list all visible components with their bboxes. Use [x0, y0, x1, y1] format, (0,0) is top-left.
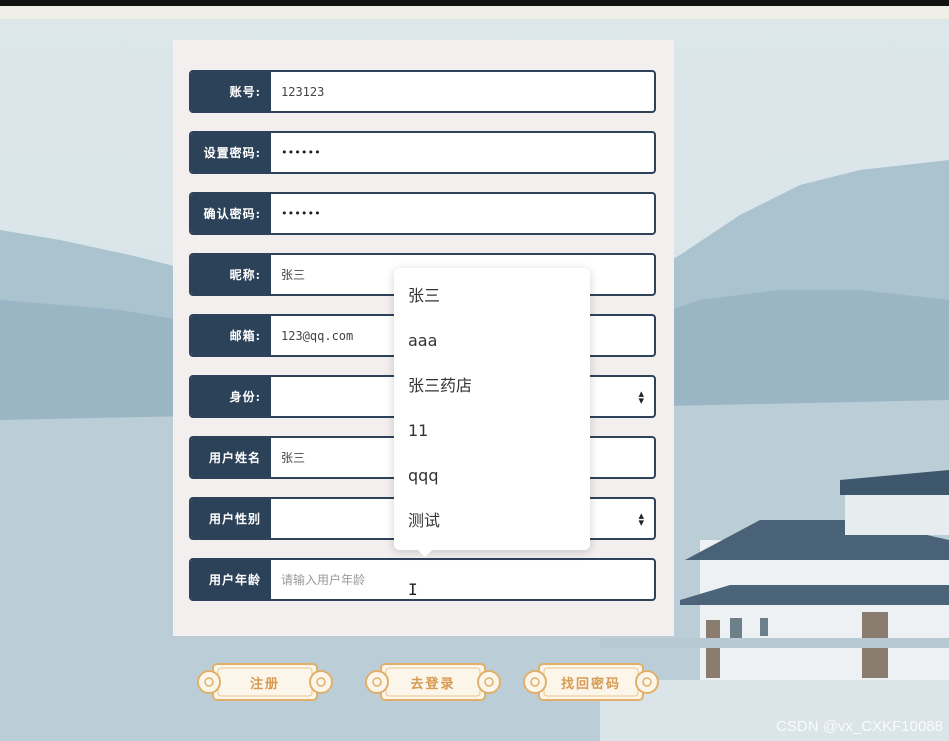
register-button-label: 注册 — [249, 676, 280, 692]
watermark: CSDN @vx_CXKF10088 — [776, 718, 943, 735]
account-label: 账号: — [191, 72, 271, 111]
autocomplete-option[interactable]: 11 — [408, 419, 428, 443]
recover-password-button-label: 找回密码 — [560, 676, 621, 692]
autocomplete-option[interactable]: 测试 — [408, 509, 440, 533]
user-name-input[interactable]: 张三 — [281, 438, 305, 477]
user-name-label: 用户姓名 — [191, 438, 271, 477]
confirm-password-field[interactable]: 确认密码: •••••• — [189, 192, 656, 235]
nickname-input[interactable]: 张三 — [281, 255, 305, 294]
select-caret-icon[interactable]: ▴ ▾ — [638, 510, 644, 528]
user-age-input[interactable]: 请输入用户年龄 — [281, 560, 365, 599]
user-age-label: 用户年龄 — [191, 560, 271, 599]
user-age-field[interactable]: 用户年龄 请输入用户年龄 — [189, 558, 656, 601]
go-login-button-label: 去登录 — [410, 676, 456, 692]
autocomplete-option[interactable]: 张三 — [408, 284, 440, 308]
autocomplete-option[interactable]: 张三药店 — [408, 374, 472, 398]
nickname-label: 昵称: — [191, 255, 271, 294]
email-input[interactable]: 123@qq.com — [281, 316, 353, 355]
header-strip — [0, 6, 949, 19]
email-label: 邮箱: — [191, 316, 271, 355]
user-gender-label: 用户性别 — [191, 499, 271, 538]
select-caret-icon[interactable]: ▴ ▾ — [638, 388, 644, 406]
confirm-password-label: 确认密码: — [191, 194, 271, 233]
autocomplete-option[interactable]: aaa — [408, 329, 437, 353]
autocomplete-dropdown: 张三 aaa 张三药店 11 qqq 测试 — [394, 268, 590, 557]
account-field[interactable]: 账号: 123123 — [189, 70, 656, 113]
confirm-password-input[interactable]: •••••• — [281, 194, 321, 233]
set-password-field[interactable]: 设置密码: •••••• — [189, 131, 656, 174]
identity-label: 身份: — [191, 377, 271, 416]
set-password-label: 设置密码: — [191, 133, 271, 172]
account-input[interactable]: 123123 — [281, 72, 324, 111]
go-login-button[interactable]: 去登录 — [363, 658, 503, 706]
recover-password-button[interactable]: 找回密码 — [521, 658, 661, 706]
set-password-input[interactable]: •••••• — [281, 133, 321, 172]
text-cursor-icon: I — [408, 580, 418, 599]
autocomplete-option[interactable]: qqq — [408, 464, 438, 488]
register-button[interactable]: 注册 — [195, 658, 335, 706]
